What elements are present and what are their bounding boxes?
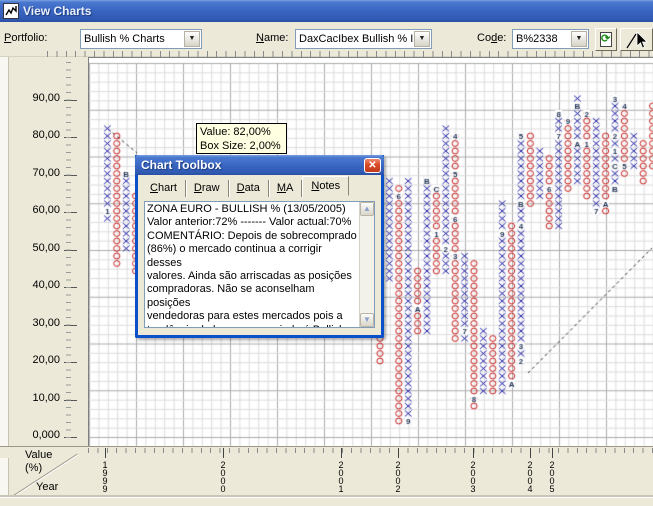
- y-axis-label: 10,00: [16, 392, 60, 404]
- y-axis-label: 30,00: [16, 317, 60, 329]
- x-axis-year-label: 2 0 0 0: [218, 461, 228, 493]
- tooltip-value-line: Value: 82,00%: [200, 125, 283, 139]
- x-axis-year-label: 2 0 0 3: [468, 461, 478, 493]
- year-axis-title: Year: [36, 481, 58, 493]
- y-axis-label: 0,000: [16, 429, 60, 441]
- y-axis-label: 20,00: [16, 354, 60, 366]
- name-combobox[interactable]: DaxCacIbex Bullish % I ▼: [295, 29, 432, 49]
- window-title: View Charts: [23, 4, 91, 18]
- x-axis-tickband: [0, 446, 653, 458]
- refresh-button[interactable]: ⟳: [595, 28, 617, 51]
- view-charts-window: { "window": { "title": "View Charts" }, …: [0, 0, 653, 506]
- notes-editor[interactable]: ZONA EURO - BULLISH % (13/05/2005) Valor…: [144, 201, 375, 328]
- name-dropdown-icon[interactable]: ▼: [414, 31, 430, 47]
- tab-chart[interactable]: Chart: [142, 180, 186, 197]
- y-axis-label: 50,00: [16, 242, 60, 254]
- name-value: DaxCacIbex Bullish % I: [296, 33, 413, 45]
- x-axis-year-tick: [398, 448, 399, 458]
- code-label: Code:: [477, 32, 506, 44]
- refresh-icon: ⟳: [600, 32, 612, 47]
- y-axis-label: 80,00: [16, 129, 60, 141]
- y-axis-label: 70,00: [16, 167, 60, 179]
- app-chart-icon: [3, 3, 19, 19]
- x-axis-year-tick: [105, 448, 106, 458]
- portfolio-dropdown-icon[interactable]: ▼: [184, 31, 200, 47]
- scroll-down-icon[interactable]: ▼: [360, 313, 374, 327]
- portfolio-value: Bullish % Charts: [81, 33, 183, 45]
- dialog-tabs: Chart Draw Data MA Notes: [138, 175, 381, 197]
- y-axis-label: 40,00: [16, 279, 60, 291]
- dialog-close-icon[interactable]: ✕: [364, 158, 381, 173]
- left-edge-strip: [0, 57, 9, 497]
- y-axis-label: 60,00: [16, 204, 60, 216]
- value-axis-title: Value (%): [25, 449, 52, 475]
- y-axis-label: 90,00: [16, 92, 60, 104]
- tab-data[interactable]: Data: [229, 180, 269, 197]
- x-axis-year-tick: [223, 448, 224, 458]
- tab-ma[interactable]: MA: [269, 180, 303, 197]
- name-label: Name:: [256, 32, 288, 44]
- x-axis-year-label: 2 0 0 5: [547, 461, 557, 493]
- tab-draw[interactable]: Draw: [186, 180, 229, 197]
- tooltip-boxsize-line: Box Size: 2,00%: [200, 139, 283, 153]
- x-axis-year-tick: [473, 448, 474, 458]
- pointer-tool-button[interactable]: [620, 28, 653, 51]
- x-axis-year-label: 1 9 9 9: [100, 461, 110, 493]
- toolbar: Portfolio: Bullish % Charts ▼ Name: DaxC…: [0, 22, 653, 57]
- window-titlebar[interactable]: View Charts: [0, 0, 653, 22]
- tab-notes[interactable]: Notes: [302, 176, 349, 196]
- code-combobox[interactable]: B%2338 ▼: [512, 29, 589, 49]
- scroll-up-icon[interactable]: ▲: [360, 202, 374, 216]
- x-axis-year-tick: [530, 448, 531, 458]
- portfolio-combobox[interactable]: Bullish % Charts ▼: [80, 29, 202, 49]
- value-tooltip: Value: 82,00% Box Size: 2,00%: [196, 123, 287, 154]
- code-dropdown-icon[interactable]: ▼: [571, 31, 587, 47]
- portfolio-label: Portfolio:: [4, 32, 47, 44]
- x-axis-year-label: 2 0 0 4: [525, 461, 535, 493]
- x-axis-minor-ticks: [88, 448, 653, 453]
- code-value: B%2338: [513, 33, 570, 45]
- dialog-titlebar[interactable]: Chart Toolbox ✕: [135, 155, 384, 175]
- x-axis-year-label: 2 0 0 2: [393, 461, 403, 493]
- notes-text[interactable]: ZONA EURO - BULLISH % (13/05/2005) Valor…: [145, 202, 359, 327]
- dialog-title: Chart Toolbox: [141, 158, 364, 172]
- y-axis-minor-ticks: [66, 62, 71, 438]
- notes-scrollbar[interactable]: ▲ ▼: [359, 202, 374, 327]
- x-axis-year-label: 2 0 0 1: [336, 461, 346, 493]
- pointer-line-icon: [625, 30, 649, 50]
- bottom-edge-strip: [0, 497, 653, 506]
- x-axis-year-tick: [341, 448, 342, 458]
- chart-toolbox-dialog: Chart Toolbox ✕ Chart Draw Data MA Notes…: [135, 155, 384, 338]
- x-axis-year-tick: [552, 448, 553, 458]
